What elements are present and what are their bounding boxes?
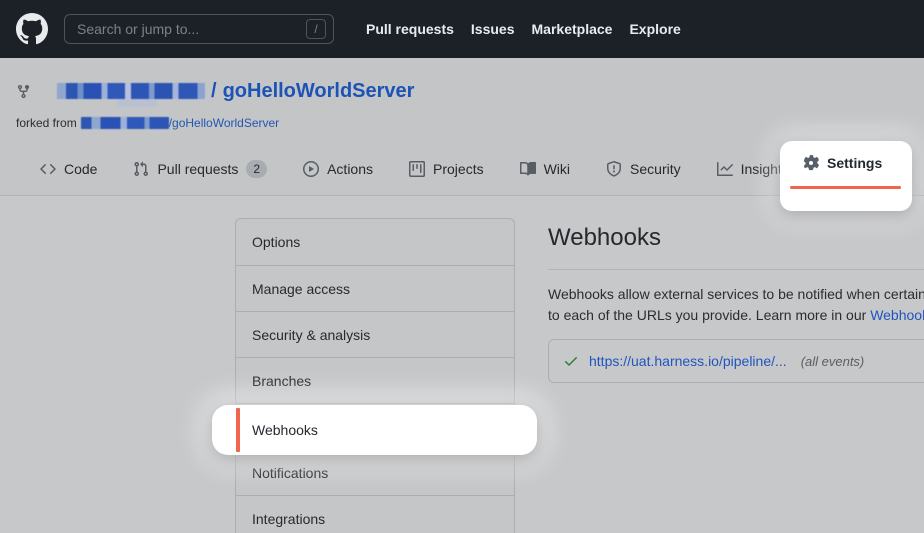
forked-from-label: forked from (16, 116, 77, 130)
tab-label: Settings (827, 155, 882, 171)
sidebar-item-label: Webhooks (252, 405, 318, 455)
settings-tab-spotlight: Settings (780, 141, 912, 211)
settings-sidebar: Options Manage access Security & analysi… (235, 218, 515, 533)
top-header: Search or jump to... / Pull requests Iss… (0, 0, 924, 58)
webhook-url-link[interactable]: https://uat.harness.io/pipeline/... (589, 353, 787, 369)
settings-content: Options Manage access Security & analysi… (0, 196, 924, 533)
webhooks-guide-link[interactable]: Webhooks (870, 307, 924, 323)
tab-settings[interactable]: Settings (803, 155, 882, 171)
shield-icon (606, 161, 622, 177)
search-input[interactable]: Search or jump to... / (64, 14, 334, 44)
code-icon (40, 161, 56, 177)
tab-wiki[interactable]: Wiki (520, 161, 570, 177)
sidebar-item-webhooks[interactable]: Webhooks (212, 405, 537, 455)
check-icon (563, 353, 579, 369)
nav-pull-requests[interactable]: Pull requests (366, 21, 454, 37)
repo-separator: / (211, 80, 217, 103)
tab-insights[interactable]: Insights (717, 161, 789, 177)
forked-from-line: forked from /goHelloWorldServer (16, 116, 279, 130)
webhooks-panel: Webhooks Webhooks allow external service… (548, 196, 924, 383)
description-text: to each of the URLs you provide. Learn m… (548, 307, 870, 323)
active-item-bar (236, 408, 240, 452)
webhook-events-label: (all events) (801, 354, 865, 369)
project-icon (409, 161, 425, 177)
repo-name-link[interactable]: goHelloWorldServer (223, 80, 415, 103)
tab-pull-requests[interactable]: Pull requests 2 (133, 160, 267, 178)
sidebar-item-security-analysis[interactable]: Security & analysis (236, 311, 514, 357)
tab-code[interactable]: Code (40, 161, 97, 177)
sidebar-item-integrations[interactable]: Integrations (236, 495, 514, 533)
nav-issues[interactable]: Issues (471, 21, 515, 37)
github-logo-icon[interactable] (16, 13, 48, 45)
tab-label: Code (64, 161, 97, 177)
page-title: Webhooks (548, 224, 924, 252)
tab-label: Wiki (544, 161, 570, 177)
top-nav: Pull requests Issues Marketplace Explore (366, 21, 681, 37)
webhook-list-item: https://uat.harness.io/pipeline/... (all… (548, 339, 924, 383)
tab-label: Actions (327, 161, 373, 177)
tab-label: Pull requests (157, 161, 238, 177)
repo-header: / goHelloWorldServer forked from /goHell… (0, 58, 924, 143)
slash-shortcut-key: / (306, 19, 326, 39)
sidebar-item-options[interactable]: Options (236, 219, 514, 265)
github-settings-page: Search or jump to... / Pull requests Iss… (0, 0, 924, 533)
upstream-repo-link[interactable]: /goHelloWorldServer (169, 116, 280, 130)
gear-icon (803, 155, 819, 171)
active-tab-underline (790, 186, 901, 189)
repo-title: / goHelloWorldServer (16, 78, 414, 104)
title-divider (548, 269, 924, 270)
redacted-owner-name (57, 83, 205, 99)
redacted-upstream-owner (81, 117, 169, 129)
tab-security[interactable]: Security (606, 161, 681, 177)
tab-projects[interactable]: Projects (409, 161, 484, 177)
play-icon (303, 161, 319, 177)
sidebar-item-manage-access[interactable]: Manage access (236, 265, 514, 311)
nav-explore[interactable]: Explore (629, 21, 680, 37)
pull-request-count-badge: 2 (246, 160, 267, 178)
tab-label: Projects (433, 161, 484, 177)
webhooks-description-line2: to each of the URLs you provide. Learn m… (548, 305, 924, 326)
sidebar-item-notifications[interactable]: Notifications (236, 449, 514, 495)
graph-icon (717, 161, 733, 177)
search-placeholder: Search or jump to... (77, 21, 199, 37)
nav-marketplace[interactable]: Marketplace (532, 21, 613, 37)
pull-request-icon (133, 161, 149, 177)
repo-forked-icon (16, 84, 31, 99)
book-icon (520, 161, 536, 177)
sidebar-item-branches[interactable]: Branches (236, 357, 514, 403)
tab-actions[interactable]: Actions (303, 161, 373, 177)
tab-label: Security (630, 161, 681, 177)
webhooks-description-line1: Webhooks allow external services to be n… (548, 284, 924, 305)
